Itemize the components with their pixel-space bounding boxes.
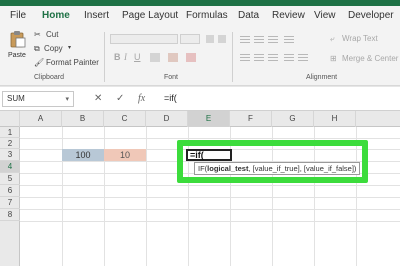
menu-bar: File Home Insert Page Layout Formulas Da… [0, 6, 400, 32]
grid-line [20, 221, 400, 222]
tab-home[interactable]: Home [42, 10, 70, 21]
tab-formulas[interactable]: Formulas [186, 10, 228, 21]
font-group-label: Font [164, 74, 179, 81]
clipboard-group-label: Clipboard [34, 74, 64, 81]
column-header-f[interactable]: F [230, 111, 272, 127]
underline-button[interactable]: U [134, 52, 141, 62]
align-right-icon[interactable] [268, 54, 278, 62]
column-header-a[interactable]: A [20, 111, 62, 127]
align-left-icon[interactable] [240, 54, 250, 62]
top-align-icon[interactable] [240, 36, 250, 44]
italic-button[interactable]: I [124, 52, 127, 62]
grid-line [20, 185, 400, 186]
column-header-row: A B C D E F G H [0, 111, 400, 127]
align-center-icon[interactable] [254, 54, 264, 62]
row-header-4[interactable]: 4 [0, 161, 20, 173]
chevron-down-icon[interactable]: ▾ [65, 95, 69, 103]
tab-developer[interactable]: Developer [348, 10, 394, 21]
column-header-g[interactable]: G [272, 111, 314, 127]
highlight-annotation [177, 140, 368, 183]
orientation-icon[interactable] [284, 36, 294, 44]
decrease-font-icon[interactable] [218, 35, 226, 43]
merge-center-button[interactable]: Merge & Center [342, 54, 398, 63]
row-header-column: 1 2 3 4 5 6 7 8 [0, 127, 20, 266]
decrease-indent-icon[interactable] [284, 54, 294, 62]
paste-icon[interactable] [10, 30, 26, 48]
enter-icon[interactable]: ✓ [116, 93, 124, 104]
cell-b3[interactable]: 100 [62, 149, 104, 161]
copy-button[interactable]: Copy [44, 44, 63, 53]
bold-button[interactable]: B [114, 52, 121, 62]
middle-align-icon[interactable] [254, 36, 264, 44]
wrap-text-button[interactable]: Wrap Text [342, 34, 378, 43]
column-header-e[interactable]: E [188, 111, 230, 127]
borders-icon[interactable] [150, 53, 160, 62]
column-header-overflow [356, 111, 400, 127]
copy-icon: ⧉ [34, 44, 40, 53]
select-all-corner[interactable] [0, 111, 20, 127]
paste-button[interactable]: Paste [8, 52, 26, 59]
name-box-value: SUM [7, 94, 25, 103]
cut-button[interactable]: Cut [46, 30, 58, 39]
font-family-select[interactable] [110, 34, 178, 44]
column-header-d[interactable]: D [146, 111, 188, 127]
scissors-icon: ✂ [34, 30, 41, 39]
tab-data[interactable]: Data [238, 10, 259, 21]
column-header-b[interactable]: B [62, 111, 104, 127]
copy-dropdown-icon[interactable]: ▾ [68, 44, 71, 51]
alignment-group-label: Alignment [306, 74, 338, 81]
row-header-1[interactable]: 1 [0, 127, 20, 138]
excel-window: File Home Insert Page Layout Formulas Da… [0, 0, 400, 266]
fill-color-icon[interactable] [168, 53, 178, 62]
row-header-6[interactable]: 6 [0, 185, 20, 197]
tab-page-layout[interactable]: Page Layout [122, 10, 178, 21]
font-size-select[interactable] [180, 34, 200, 44]
row-header-5[interactable]: 5 [0, 173, 20, 185]
cell-c3[interactable]: 10 [104, 149, 146, 161]
insert-function-icon[interactable]: fx [138, 93, 145, 104]
grid-line [20, 209, 400, 210]
formula-bar: SUM ▾ ✕ ✓ fx =if( [0, 87, 400, 111]
row-header-8[interactable]: 8 [0, 209, 20, 221]
tab-view[interactable]: View [314, 10, 336, 21]
increase-indent-icon[interactable] [298, 54, 308, 62]
increase-font-icon[interactable] [206, 35, 214, 43]
grid-line [20, 138, 400, 139]
tab-file[interactable]: File [10, 10, 26, 21]
format-painter-icon: 🖌 [34, 58, 45, 67]
row-header-2[interactable]: 2 [0, 138, 20, 149]
tab-review[interactable]: Review [272, 10, 305, 21]
column-header-c[interactable]: C [104, 111, 146, 127]
grid-line [20, 197, 400, 198]
row-header-3[interactable]: 3 [0, 149, 20, 161]
formula-controls: ✕ ✓ fx =if( [80, 91, 400, 107]
group-separator [232, 32, 233, 82]
wrap-text-icon: ⤶ [330, 34, 335, 43]
tab-insert[interactable]: Insert [84, 10, 109, 21]
format-painter-button[interactable]: Format Painter [46, 58, 99, 67]
ribbon: Paste ✂ Cut ⧉ Copy ▾ 🖌 Format Painter Cl… [0, 28, 400, 86]
row-header-7[interactable]: 7 [0, 197, 20, 209]
group-separator [104, 32, 105, 82]
column-header-h[interactable]: H [314, 111, 356, 127]
merge-center-icon: ⊞ [330, 54, 337, 63]
font-color-icon[interactable] [186, 53, 196, 62]
bottom-align-icon[interactable] [268, 36, 278, 44]
cancel-icon[interactable]: ✕ [94, 93, 102, 104]
formula-input[interactable]: =if( [164, 93, 177, 103]
worksheet-grid[interactable]: A B C D E F G H 1 2 3 4 5 6 7 8 100 10 =… [0, 111, 400, 266]
name-box[interactable]: SUM ▾ [2, 91, 74, 107]
